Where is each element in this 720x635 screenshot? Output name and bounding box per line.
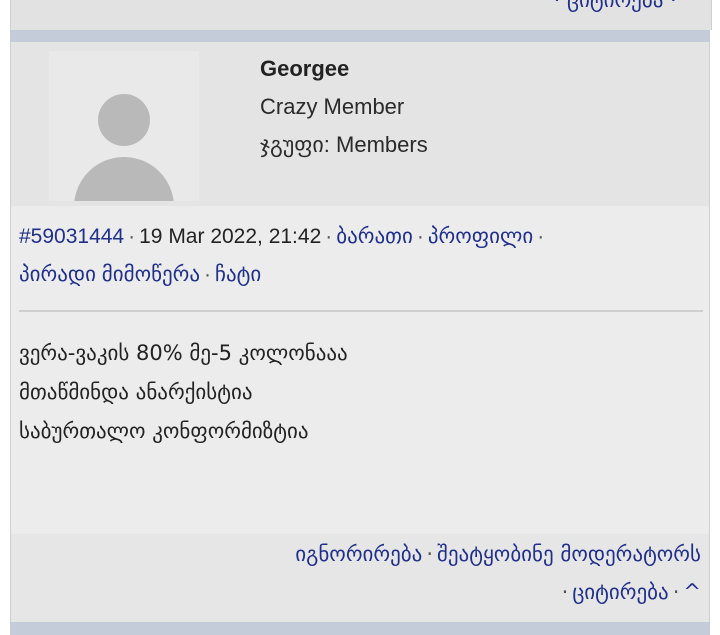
post-content: ვერა-ვაკის 80% მე-5 კოლონააა მთაწმინდა ა… xyxy=(19,334,348,451)
content-line: მთაწმინდა ანარქისტია xyxy=(19,380,253,404)
post-actions: იგნორირება · შეატყობინე მოდერატორს · ციტირე… xyxy=(10,534,710,622)
forum-post: Georgee Crazy Member ჯგუფი: Members #590… xyxy=(10,42,710,622)
previous-post-footer: · ციტირება · ^ xyxy=(10,0,712,30)
post-body: #59031444 · 19 Mar 2022, 21:42 · ბარათი · პროფ… xyxy=(10,206,710,534)
chat-link[interactable]: ჩატი xyxy=(215,263,261,286)
author-group-value: Members xyxy=(336,132,428,157)
post-actions-row-1: იგნორირება · შეატყობინე მოდერატორს xyxy=(295,542,701,566)
post-separator-bottom xyxy=(10,622,710,635)
content-line: საბურთალო კონფორმიზტია xyxy=(19,419,309,443)
quote-link[interactable]: ციტირება xyxy=(572,580,668,604)
author-rank: Crazy Member xyxy=(260,94,405,119)
author-name[interactable]: Georgee xyxy=(260,56,349,82)
avatar-head-shape xyxy=(98,94,150,146)
avatar[interactable] xyxy=(49,51,199,201)
ignore-link[interactable]: იგნორირება xyxy=(295,542,422,566)
post-separator xyxy=(10,30,710,42)
private-message-link[interactable]: პირადი მიმოწერა xyxy=(19,263,200,286)
avatar-body-shape xyxy=(74,157,174,201)
author-group: ჯგუფი: Members xyxy=(260,132,428,158)
post-date: 19 Mar 2022, 21:42 xyxy=(139,225,322,248)
profile-link[interactable]: პროფილი xyxy=(428,225,533,248)
report-moderator-link[interactable]: შეატყობინე მოდერატორს xyxy=(437,542,701,566)
previous-quote-link[interactable]: · ციტირება · ^ xyxy=(554,0,701,12)
author-panel: Georgee Crazy Member ჯგუფი: Members xyxy=(10,42,710,206)
post-id-link[interactable]: #59031444 xyxy=(19,225,124,248)
post-meta: #59031444 · 19 Mar 2022, 21:42 · ბარათი · პროფ… xyxy=(19,225,545,286)
meta-divider xyxy=(19,310,703,312)
back-to-top-link[interactable]: ^ xyxy=(683,580,701,604)
author-group-label: ჯგუფი: xyxy=(260,132,330,157)
content-line: ვერა-ვაკის 80% მე-5 კოლონააა xyxy=(19,341,348,365)
card-link[interactable]: ბარათი xyxy=(336,225,413,248)
post-actions-row-2: · ციტირება · ^ xyxy=(561,580,701,604)
